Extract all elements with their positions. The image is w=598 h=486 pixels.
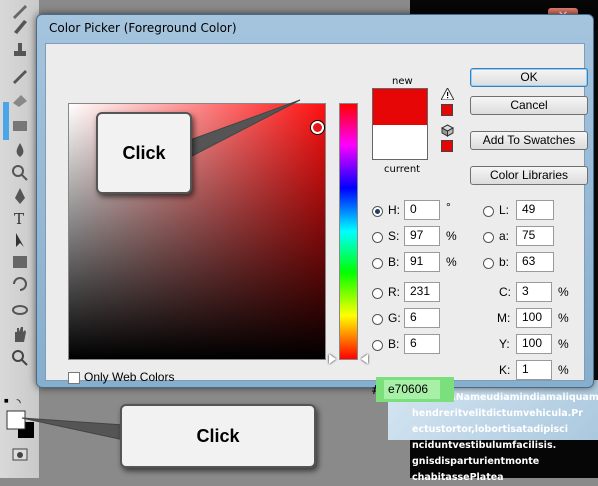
click-callout-top: Click (96, 112, 192, 194)
callout-pointer-bottom (21, 417, 125, 441)
callout-pointer-top (189, 99, 301, 157)
click-callout-bottom: Click (120, 404, 316, 468)
